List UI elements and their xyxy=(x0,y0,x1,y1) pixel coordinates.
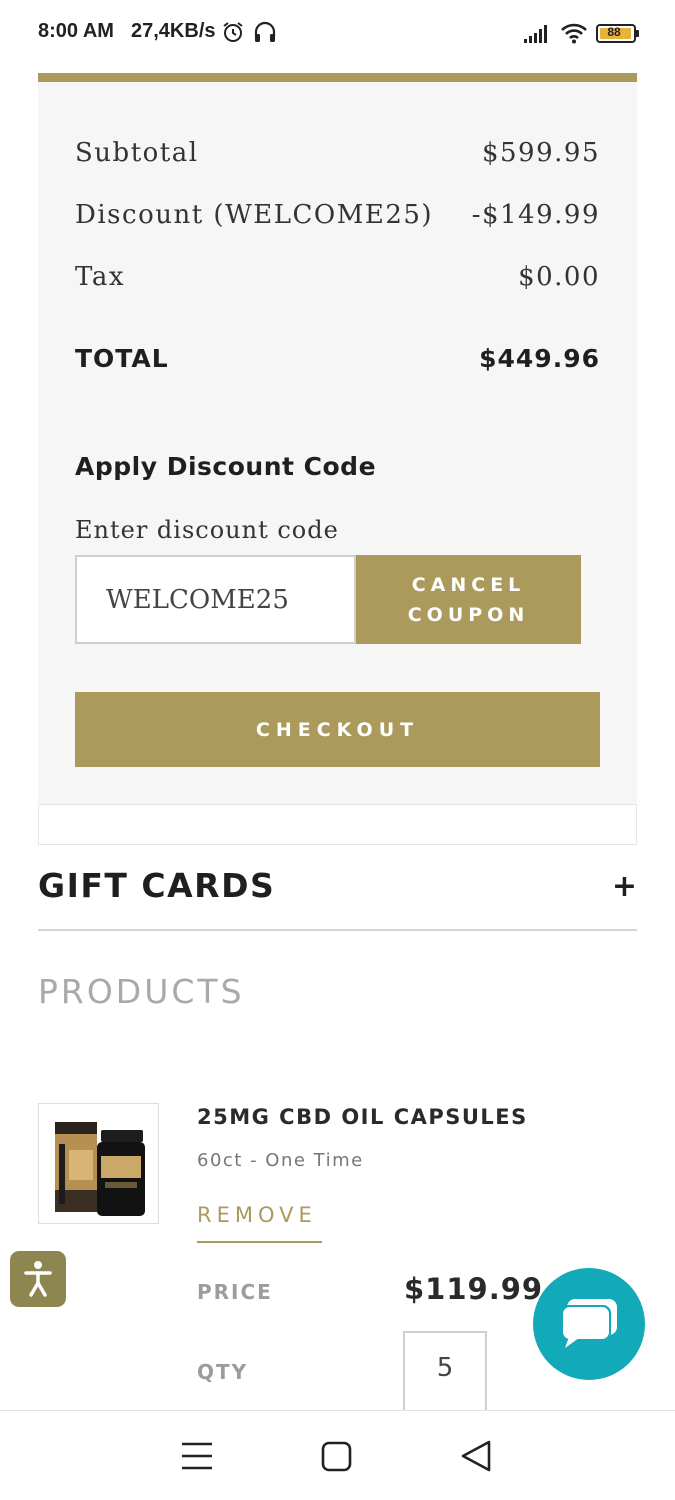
price-label: PRICE xyxy=(197,1280,273,1304)
home-icon[interactable] xyxy=(321,1441,352,1472)
status-net-speed: 27,4KB/s xyxy=(131,20,216,42)
discount-value: -$149.99 xyxy=(471,200,600,230)
subtotal-value: $599.95 xyxy=(481,138,600,168)
tax-value: $0.00 xyxy=(518,262,600,292)
alarm-icon xyxy=(223,22,243,42)
cancel-coupon-line1: CANCEL xyxy=(411,573,526,596)
system-nav-bar xyxy=(0,1410,675,1500)
status-bar: 8:00 AM 27,4KB/s 88 xyxy=(0,0,675,66)
accessibility-icon xyxy=(24,1261,52,1297)
battery-level: 88 xyxy=(607,25,621,39)
total-label: TOTAL xyxy=(75,344,169,373)
menu-icon[interactable] xyxy=(181,1441,213,1471)
divider-strip xyxy=(38,804,637,845)
remove-link[interactable]: REMOVE xyxy=(197,1203,322,1243)
gift-cards-title: GIFT CARDS xyxy=(38,866,276,905)
product-name[interactable]: 25MG CBD OIL CAPSULES xyxy=(197,1105,528,1129)
discount-code-input[interactable] xyxy=(75,555,356,644)
total-value: $449.96 xyxy=(479,344,600,373)
status-time: 8:00 AM xyxy=(38,20,114,42)
order-summary: Subtotal $599.95 Discount (WELCOME25) -$… xyxy=(38,73,637,804)
chat-bubble-icon xyxy=(561,1299,617,1348)
headset-icon xyxy=(254,21,276,42)
product-image xyxy=(55,1122,145,1216)
wifi-icon xyxy=(561,23,587,44)
quantity-input[interactable]: 5 xyxy=(403,1331,487,1411)
price-value: $119.99 xyxy=(404,1272,544,1306)
cancel-coupon-line2: COUPON xyxy=(407,603,530,626)
product-thumbnail[interactable] xyxy=(38,1103,159,1224)
battery-icon: 88 xyxy=(596,24,640,43)
products-heading: PRODUCTS xyxy=(38,972,245,1011)
subtotal-label: Subtotal xyxy=(75,138,199,168)
discount-input-label: Enter discount code xyxy=(75,516,339,544)
discount-label: Discount (WELCOME25) xyxy=(75,200,434,230)
signal-icon xyxy=(524,25,547,43)
discount-heading: Apply Discount Code xyxy=(75,452,377,481)
gift-cards-accordion[interactable]: GIFT CARDS + xyxy=(38,845,637,931)
cancel-coupon-button[interactable]: CANCEL COUPON xyxy=(356,555,581,644)
back-icon[interactable] xyxy=(459,1439,493,1473)
tax-label: Tax xyxy=(75,262,125,292)
expand-plus-icon[interactable]: + xyxy=(612,869,637,904)
qty-label: QTY xyxy=(197,1360,249,1384)
checkout-button[interactable]: CHECKOUT xyxy=(75,692,600,767)
product-variant: 60ct - One Time xyxy=(197,1150,364,1171)
accessibility-button[interactable] xyxy=(10,1251,66,1307)
chat-button[interactable] xyxy=(533,1268,645,1380)
